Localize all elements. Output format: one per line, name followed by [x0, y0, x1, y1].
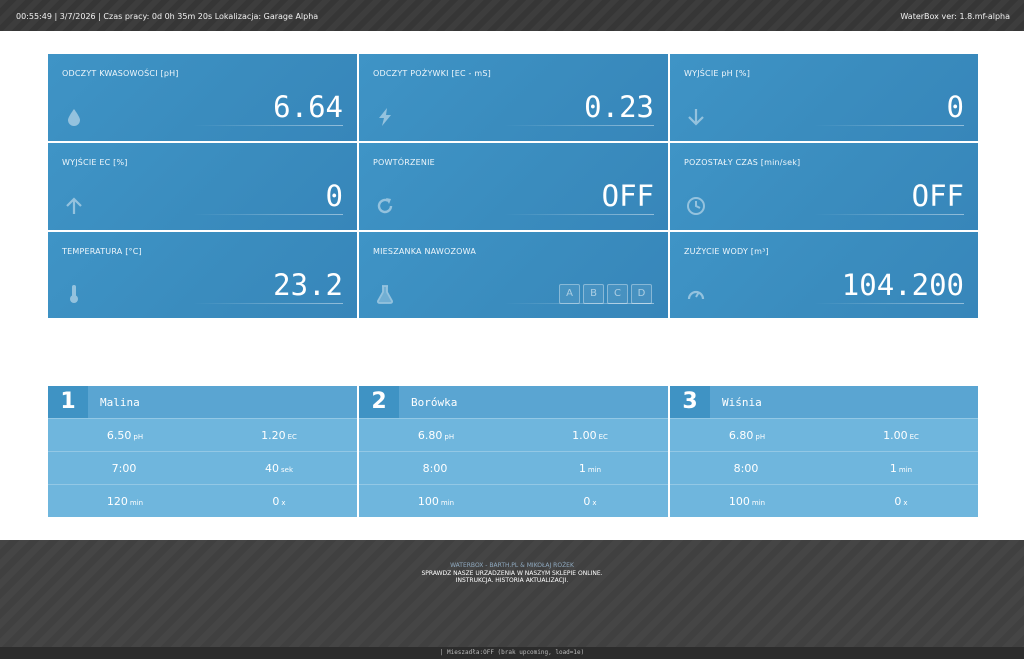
value-underline	[504, 214, 654, 215]
tile-remaining-time: POZOSTAŁY CZAS [min/sek] OFF	[670, 143, 978, 230]
program-cell: 40 sek	[264, 462, 293, 475]
program-name: Borówka	[411, 396, 458, 409]
program-cell: 1.00 EC	[883, 429, 919, 442]
program-cell: 8:00	[422, 462, 448, 475]
value-underline	[504, 125, 654, 126]
tile-label: WYJŚCIE pH [%]	[684, 69, 751, 78]
program-panel-2[interactable]: 2 Borówka 6.80 pH 1.00 EC 8:00 1 min 100 min…	[359, 386, 668, 517]
tile-label: MIESZANKA NAWOZOWA	[373, 247, 477, 256]
program-cell: 6.50 pH	[106, 429, 144, 442]
program-cell: 1 min	[578, 462, 602, 475]
version-label: WaterBox ver: 1.8.mf-alpha	[900, 12, 1010, 21]
tile-value: 104.200	[841, 268, 964, 302]
flask-icon	[375, 284, 395, 304]
mix-button-b[interactable]: B	[583, 284, 604, 304]
program-row: 6.80 pH 1.00 EC	[670, 418, 978, 451]
program-row: 7:00 40 sek	[48, 451, 357, 484]
program-number: 3	[670, 386, 710, 418]
tile-value: OFF	[601, 179, 654, 213]
tile-ec-output: WYJŚCIE EC [%] 0	[48, 143, 357, 230]
program-row: 8:00 1 min	[359, 451, 668, 484]
tile-value: OFF	[911, 179, 964, 213]
status-line: 00:55:49 | 3/7/2026 | Czas pracy: 0d 0h …	[16, 12, 319, 21]
footer-credits-link[interactable]: WATERBOX - BARTH.PL & MIKOŁAJ ROŻEK	[0, 562, 1024, 569]
program-cell: 6.80 pH	[728, 429, 766, 442]
tile-ph-output: WYJŚCIE pH [%] 0	[670, 54, 978, 141]
program-cell: 1 min	[889, 462, 913, 475]
value-underline	[193, 214, 343, 215]
program-name: Malina	[100, 396, 140, 409]
program-cell: 7:00	[111, 462, 137, 475]
tile-value: 6.64	[273, 90, 343, 124]
tile-label: POZOSTAŁY CZAS [min/sek]	[684, 158, 801, 167]
program-cell: 0x	[272, 495, 286, 508]
tile-value: 23.2	[273, 268, 343, 302]
clock-icon	[686, 196, 706, 216]
footer-shop-link[interactable]: SPRAWDZ NASZE URZADZENIA W NASZYM SKLEPI…	[0, 570, 1024, 577]
thermometer-icon	[64, 284, 84, 304]
footer: WATERBOX - BARTH.PL & MIKOŁAJ ROŻEK SPRA…	[0, 540, 1024, 647]
tile-value: 0.23	[584, 90, 654, 124]
refresh-icon	[375, 196, 395, 216]
tile-label: ZUŻYCIE WODY [m³]	[684, 247, 769, 256]
water-drop-icon	[64, 107, 84, 127]
tile-temperature: TEMPERATURA [°C] 23.2	[48, 232, 357, 318]
program-row: 120 min 0x	[48, 484, 357, 517]
program-cell: 100 min	[728, 495, 766, 508]
program-number: 1	[48, 386, 88, 418]
mix-buttons: A B C D	[559, 284, 652, 304]
value-underline	[814, 303, 964, 304]
program-header: 3 Wiśnia	[670, 386, 978, 418]
tile-label: ODCZYT POŻYWKI [EC - mS]	[373, 69, 491, 78]
program-cell: 1.20 EC	[261, 429, 297, 442]
tile-ph-reading: ODCZYT KWASOWOŚCI [pH] 6.64	[48, 54, 357, 141]
tile-value: 0	[325, 179, 343, 213]
arrow-up-icon	[64, 196, 84, 216]
program-row: 100 min 0x	[670, 484, 978, 517]
status-bar: | Mieszadła:OFF (brak upcoming, load=1e)	[0, 647, 1024, 659]
lightning-icon	[375, 107, 395, 127]
mix-button-c[interactable]: C	[607, 284, 628, 304]
sensor-tiles: ODCZYT KWASOWOŚCI [pH] 6.64 ODCZYT POŻYW…	[48, 54, 978, 318]
value-underline	[193, 303, 343, 304]
tile-water-usage: ZUŻYCIE WODY [m³] 104.200	[670, 232, 978, 318]
tile-label: WYJŚCIE EC [%]	[62, 158, 128, 167]
program-cell: 8:00	[733, 462, 759, 475]
program-name: Wiśnia	[722, 396, 762, 409]
tile-ec-reading: ODCZYT POŻYWKI [EC - mS] 0.23	[359, 54, 668, 141]
program-panel-3[interactable]: 3 Wiśnia 6.80 pH 1.00 EC 8:00 1 min 100 min …	[670, 386, 978, 517]
program-number: 2	[359, 386, 399, 418]
program-row: 100 min 0x	[359, 484, 668, 517]
tile-value: 0	[946, 90, 964, 124]
program-cell: 120 min	[106, 495, 144, 508]
program-header: 1 Malina	[48, 386, 357, 418]
program-header: 2 Borówka	[359, 386, 668, 418]
top-bar: 00:55:49 | 3/7/2026 | Czas pracy: 0d 0h …	[0, 0, 1024, 31]
program-row: 8:00 1 min	[670, 451, 978, 484]
mix-button-d[interactable]: D	[631, 284, 652, 304]
program-cell: 0x	[894, 495, 908, 508]
tile-label: POWTÓRZENIE	[373, 158, 435, 167]
value-underline	[814, 214, 964, 215]
program-panel-1[interactable]: 1 Malina 6.50 pH 1.20 EC 7:00 40 sek 120 min…	[48, 386, 357, 517]
program-panels: 1 Malina 6.50 pH 1.20 EC 7:00 40 sek 120 min…	[48, 386, 978, 517]
tile-label: TEMPERATURA [°C]	[62, 247, 142, 256]
arrow-down-icon	[686, 107, 706, 127]
program-cell: 6.80 pH	[417, 429, 455, 442]
tile-repeat: POWTÓRZENIE OFF	[359, 143, 668, 230]
tile-fertilizer-mix: MIESZANKA NAWOZOWA A B C D	[359, 232, 668, 318]
program-row: 6.50 pH 1.20 EC	[48, 418, 357, 451]
program-cell: 0x	[583, 495, 597, 508]
program-cell: 100 min	[417, 495, 455, 508]
tile-label: ODCZYT KWASOWOŚCI [pH]	[62, 69, 179, 78]
value-underline	[193, 125, 343, 126]
value-underline	[814, 125, 964, 126]
mix-button-a[interactable]: A	[559, 284, 580, 304]
gauge-icon	[686, 284, 706, 304]
value-underline	[504, 303, 654, 304]
program-cell: 1.00 EC	[572, 429, 608, 442]
footer-links[interactable]: INSTRUKCJA. HISTORIA AKTUALIZACJI.	[0, 577, 1024, 584]
program-row: 6.80 pH 1.00 EC	[359, 418, 668, 451]
